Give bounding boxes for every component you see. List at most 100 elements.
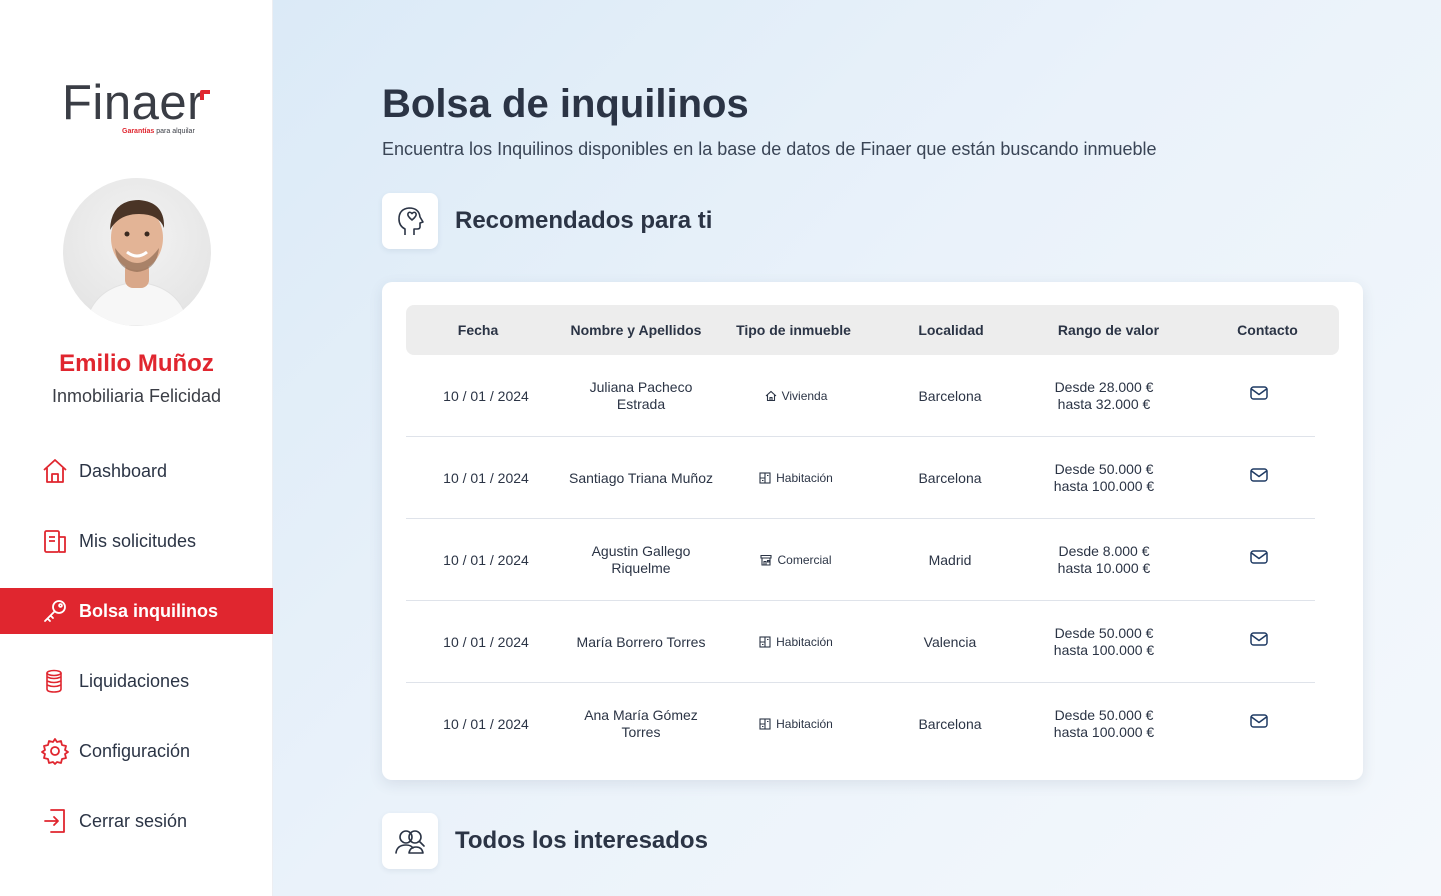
- room-icon: [759, 472, 771, 484]
- avatar-portrait: [84, 200, 190, 326]
- coins-icon: [40, 666, 70, 696]
- table-header: Fecha Nombre y Apellidos Tipo de inmuebl…: [406, 305, 1339, 355]
- section-title: Todos los interesados: [455, 827, 708, 854]
- cell-type: Vivienda: [721, 355, 871, 437]
- document-icon: [40, 526, 70, 556]
- column-header-contacto: Contacto: [1237, 321, 1298, 338]
- cell-city: Valencia: [923, 633, 977, 650]
- range-to: hasta 100.000 €: [1053, 724, 1155, 740]
- nav-item-mis-solicitudes[interactable]: Mis solicitudes: [0, 518, 273, 564]
- sidebar: Finaer Garantías para alquilar Emilio Mu…: [0, 0, 273, 896]
- cell-city: Madrid: [928, 551, 972, 568]
- section-title: Recomendados para ti: [455, 207, 713, 234]
- nav-item-configuracion[interactable]: Configuración: [0, 728, 273, 774]
- range-to: hasta 100.000 €: [1053, 478, 1155, 494]
- cell-name: Ana María Gómez Torres: [584, 707, 698, 740]
- column-header-nombre: Nombre y Apellidos: [570, 321, 702, 338]
- main-content: Bolsa de inquilinos Encuentra los Inquil…: [273, 0, 1441, 896]
- table-row: 10 / 01 / 2024 Ana María Gómez Torres Ha…: [406, 683, 1315, 765]
- cell-name: Santiago Triana Muñoz: [569, 469, 713, 486]
- recommended-table-card: Fecha Nombre y Apellidos Tipo de inmuebl…: [382, 282, 1363, 780]
- nav-item-label: Configuración: [79, 740, 191, 761]
- mail-icon[interactable]: [1249, 467, 1269, 489]
- nav-item-label: Dashboard: [79, 460, 168, 481]
- cell-type: Habitación: [721, 601, 871, 683]
- mail-icon[interactable]: [1249, 385, 1269, 407]
- cell-contact: [1196, 601, 1321, 683]
- cell-date: 10 / 01 / 2024: [443, 469, 529, 486]
- logout-icon: [40, 806, 70, 836]
- nav-item-label: Mis solicitudes: [79, 530, 197, 551]
- range-to: hasta 10.000 €: [1057, 560, 1151, 576]
- room-icon: [759, 718, 771, 730]
- cell-contact: [1196, 519, 1321, 601]
- cell-name: Agustin Gallego Riquelme: [591, 543, 691, 576]
- range-from: Desde 50.000 €: [1054, 461, 1154, 477]
- room-icon: [759, 636, 771, 648]
- logo-wordmark: Finaer: [62, 76, 204, 130]
- cell-contact: [1196, 683, 1321, 765]
- recommended-section-header: Recomendados para ti: [382, 193, 712, 249]
- cell-range: Desde 28.000 € hasta 32.000 €: [1024, 355, 1184, 437]
- cell-date: 10 / 01 / 2024: [443, 387, 529, 404]
- nav-item-liquidaciones[interactable]: Liquidaciones: [0, 658, 273, 704]
- head-heart-icon: [382, 193, 438, 249]
- store-icon: [760, 554, 773, 566]
- cell-type-label: Comercial: [777, 552, 832, 567]
- cell-type: Comercial: [721, 519, 871, 601]
- gear-icon: [40, 736, 70, 766]
- cell-contact: [1196, 437, 1321, 519]
- range-from: Desde 8.000 €: [1058, 543, 1150, 559]
- nav-item-bolsa-inquilinos[interactable]: Bolsa inquilinos: [0, 588, 273, 634]
- range-to: hasta 100.000 €: [1053, 642, 1155, 658]
- range-from: Desde 50.000 €: [1054, 625, 1154, 641]
- cell-date: 10 / 01 / 2024: [443, 633, 529, 650]
- nav-item-label: Bolsa inquilinos: [79, 600, 219, 621]
- cell-city: Barcelona: [918, 715, 982, 732]
- column-header-fecha: Fecha: [457, 321, 499, 338]
- cell-name: Juliana Pacheco Estrada: [589, 379, 693, 412]
- user-company: Inmobiliaria Felicidad: [51, 386, 222, 406]
- logo-accent-icon: [200, 90, 210, 100]
- cell-type: Habitación: [721, 437, 871, 519]
- people-search-icon: [382, 813, 438, 869]
- logo-tagline: Garantías para alquilar: [122, 128, 195, 135]
- key-icon: [40, 596, 70, 626]
- cell-type-label: Vivienda: [781, 388, 828, 403]
- column-header-tipo: Tipo de inmueble: [736, 321, 851, 338]
- avatar[interactable]: [63, 178, 211, 326]
- nav-item-cerrar-sesion[interactable]: Cerrar sesión: [0, 798, 273, 844]
- finaer-logo[interactable]: Finaer Garantías para alquilar: [62, 78, 222, 144]
- table-row: 10 / 01 / 2024 Agustin Gallego Riquelme …: [406, 519, 1315, 601]
- cell-type-label: Habitación: [776, 634, 833, 649]
- cell-city: Barcelona: [918, 387, 982, 404]
- cell-range: Desde 50.000 € hasta 100.000 €: [1024, 683, 1184, 765]
- cell-type-label: Habitación: [776, 470, 833, 485]
- mail-icon[interactable]: [1249, 631, 1269, 653]
- all-interested-section-header: Todos los interesados: [382, 813, 708, 869]
- range-from: Desde 28.000 €: [1054, 379, 1154, 395]
- mail-icon[interactable]: [1249, 713, 1269, 735]
- column-header-localidad: Localidad: [918, 321, 984, 338]
- page-title: Bolsa de inquilinos: [382, 82, 749, 126]
- cell-name: María Borrero Torres: [576, 633, 706, 650]
- logo-tagline-rest: para alquilar: [156, 128, 195, 135]
- mail-icon[interactable]: [1249, 549, 1269, 571]
- cell-date: 10 / 01 / 2024: [443, 715, 529, 732]
- column-header-rango: Rango de valor: [1057, 321, 1160, 338]
- range-from: Desde 50.000 €: [1054, 707, 1154, 723]
- cell-range: Desde 8.000 € hasta 10.000 €: [1024, 519, 1184, 601]
- table-row: 10 / 01 / 2024 Juliana Pacheco Estrada V…: [406, 355, 1315, 437]
- cell-contact: [1196, 355, 1321, 437]
- logo-tagline-highlight: Garantías: [122, 128, 155, 135]
- nav-item-label: Cerrar sesión: [79, 810, 188, 831]
- house-icon: [765, 390, 777, 402]
- cell-type: Habitación: [721, 683, 871, 765]
- nav-item-label: Liquidaciones: [79, 670, 190, 691]
- cell-range: Desde 50.000 € hasta 100.000 €: [1024, 601, 1184, 683]
- cell-range: Desde 50.000 € hasta 100.000 €: [1024, 437, 1184, 519]
- nav-item-dashboard[interactable]: Dashboard: [0, 448, 273, 494]
- user-name: Emilio Muñoz: [59, 350, 214, 377]
- page-subtitle: Encuentra los Inquilinos disponibles en …: [382, 139, 1157, 159]
- cell-type-label: Habitación: [776, 716, 833, 731]
